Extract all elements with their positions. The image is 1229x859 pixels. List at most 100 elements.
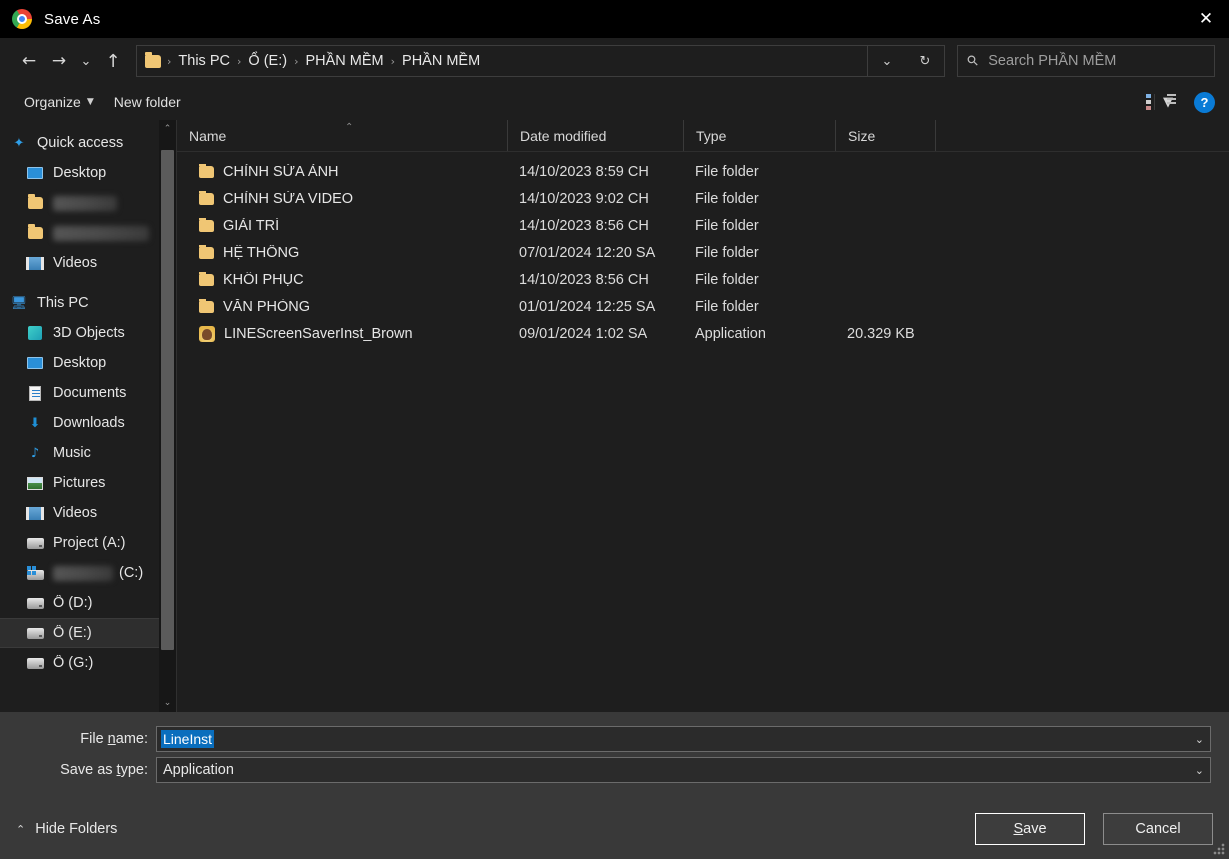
- file-date: 07/01/2024 12:20 SA: [519, 244, 656, 261]
- cancel-button[interactable]: Cancel: [1103, 813, 1213, 845]
- breadcrumb-separator: ›: [236, 54, 242, 68]
- drive-icon: [26, 594, 44, 612]
- sidebar-item-drive-e[interactable]: Ổ (E:): [0, 618, 176, 648]
- download-icon: ⬇: [29, 415, 41, 431]
- sidebar-item-redacted-1[interactable]: [0, 188, 176, 218]
- sidebar-item-label: Videos: [53, 505, 98, 521]
- file-name-input[interactable]: LineInst ⌄: [156, 726, 1211, 752]
- sidebar-item-label: 3D Objects: [53, 325, 125, 341]
- resize-grip[interactable]: [1213, 843, 1226, 856]
- sidebar-item-redacted-2[interactable]: [0, 218, 176, 248]
- sidebar-item-project-a[interactable]: Project (A:): [0, 528, 176, 558]
- chevron-down-icon[interactable]: ⌄: [868, 46, 906, 76]
- sidebar-item-desktop[interactable]: Desktop: [0, 348, 176, 378]
- sidebar-item-drive-d[interactable]: Ổ (D:): [0, 588, 176, 618]
- breadcrumb-item-drive-e[interactable]: Ổ (E:): [243, 53, 292, 69]
- hide-folders-button[interactable]: ⌃ Hide Folders: [16, 821, 117, 837]
- sidebar-item-pictures[interactable]: Pictures: [0, 468, 176, 498]
- scrollbar-thumb[interactable]: [161, 150, 174, 650]
- sidebar-item-label: (C:): [119, 565, 144, 581]
- label-part: File: [80, 731, 108, 747]
- table-row[interactable]: LINEScreenSaverInst_Brown 09/01/2024 1:0…: [177, 320, 1229, 347]
- file-name-value: LineInst: [161, 730, 215, 748]
- forward-button[interactable]: →: [44, 46, 74, 76]
- column-header-name[interactable]: Name ⌃: [177, 120, 507, 151]
- view-options-icon[interactable]: [1134, 94, 1176, 110]
- column-label: Size: [848, 127, 876, 144]
- chevron-down-icon[interactable]: ⌄: [1195, 764, 1204, 777]
- close-icon[interactable]: ✕: [1183, 0, 1229, 38]
- search-icon: ⚲: [963, 51, 983, 71]
- picture-icon: [26, 474, 44, 492]
- breadcrumb[interactable]: › This PC › Ổ (E:) › PHẦN MỀM › PHẦN MỀM: [137, 46, 867, 76]
- sidebar-item-music[interactable]: ♪ Music: [0, 438, 176, 468]
- sidebar-item-drive-c[interactable]: (C:): [0, 558, 176, 588]
- sidebar-item-label: Videos: [53, 255, 98, 271]
- save-button[interactable]: Save: [975, 813, 1085, 845]
- table-row[interactable]: HỆ THỐNG 07/01/2024 12:20 SA File folder: [177, 239, 1229, 266]
- sidebar-item-label: Quick access: [37, 135, 124, 151]
- table-row[interactable]: CHỈNH SỬA VIDEO 14/10/2023 9:02 CH File …: [177, 185, 1229, 212]
- monitor-icon: [26, 354, 44, 372]
- table-row[interactable]: CHỈNH SỬA ẢNH 14/10/2023 8:59 CH File fo…: [177, 158, 1229, 185]
- table-row[interactable]: KHÔI PHỤC 14/10/2023 8:56 CH File folder: [177, 266, 1229, 293]
- sidebar-item-quick-access[interactable]: ✦ Quick access: [0, 128, 176, 158]
- table-row[interactable]: GIẢI TRÍ 14/10/2023 8:56 CH File folder: [177, 212, 1229, 239]
- sidebar-item-desktop-qa[interactable]: Desktop: [0, 158, 176, 188]
- column-label: Type: [696, 127, 727, 144]
- table-row[interactable]: VĂN PHÒNG 01/01/2024 12:25 SA File folde…: [177, 293, 1229, 320]
- sidebar-item-3d-objects[interactable]: 3D Objects: [0, 318, 176, 348]
- file-date: 14/10/2023 8:56 CH: [519, 217, 649, 234]
- file-name-cell: CHỈNH SỬA ẢNH: [177, 163, 507, 180]
- video-icon: [26, 254, 44, 272]
- up-button[interactable]: ↑: [98, 46, 128, 76]
- refresh-icon[interactable]: ↻: [906, 46, 944, 76]
- scroll-up-icon[interactable]: ⌃: [159, 120, 176, 138]
- scroll-down-icon[interactable]: ⌄: [159, 694, 176, 712]
- recent-locations-button[interactable]: ⌄: [74, 46, 98, 76]
- music-icon: ♪: [30, 445, 40, 461]
- line-app-icon: [199, 325, 215, 342]
- cube-icon: [26, 324, 44, 342]
- help-button[interactable]: ?: [1194, 91, 1215, 113]
- folder-icon: [145, 51, 161, 68]
- organize-button[interactable]: Organize ▼: [14, 94, 104, 110]
- sidebar-item-drive-g[interactable]: Ổ (G:): [0, 648, 176, 678]
- breadcrumb-item-this-pc[interactable]: This PC: [173, 53, 235, 69]
- chevron-down-icon[interactable]: ⌄: [1195, 733, 1204, 746]
- file-type: File folder: [695, 217, 759, 234]
- sidebar-item-videos[interactable]: Videos: [0, 498, 176, 528]
- sort-ascending-icon: ⌃: [345, 122, 354, 133]
- footer-actions: ⌃ Hide Folders Save Cancel: [0, 799, 1229, 859]
- sidebar-item-downloads[interactable]: ⬇ Downloads: [0, 408, 176, 438]
- sidebar-item-label: Ổ (G:): [53, 655, 94, 671]
- button-group: Save Cancel: [975, 813, 1213, 845]
- column-header-type[interactable]: Type: [683, 120, 835, 151]
- file-type: File folder: [695, 163, 759, 180]
- search-input[interactable]: ⚲ Search PHẦN MỀM: [957, 45, 1215, 77]
- breadcrumb-item-phan-mem-2[interactable]: PHẦN MỀM: [397, 53, 485, 69]
- file-rows: CHỈNH SỬA ẢNH 14/10/2023 8:59 CH File fo…: [177, 152, 1229, 712]
- column-header-date-modified[interactable]: Date modified: [507, 120, 683, 151]
- sidebar-scrollbar[interactable]: ⌃ ⌄: [159, 120, 176, 712]
- back-button[interactable]: ←: [14, 46, 44, 76]
- sidebar-item-documents[interactable]: Documents: [0, 378, 176, 408]
- breadcrumb-item-phan-mem-1[interactable]: PHẦN MỀM: [300, 53, 388, 69]
- sidebar-item-videos-qa[interactable]: Videos: [0, 248, 176, 278]
- column-header-size[interactable]: Size: [835, 120, 935, 151]
- title-bar: Save As ✕: [0, 0, 1229, 38]
- command-toolbar: Organize ▼ New folder ▼ ?: [0, 84, 1229, 120]
- sidebar-item-label: Music: [53, 445, 91, 461]
- search-placeholder: Search PHẦN MỀM: [988, 53, 1117, 69]
- sidebar-item-this-pc[interactable]: 🖥 This PC: [0, 288, 176, 318]
- file-name: GIẢI TRÍ: [223, 217, 280, 234]
- sidebar-item-label: Downloads: [53, 415, 125, 431]
- save-as-dialog: Save As ✕ ← → ⌄ ↑ › This PC › Ổ (E:) › P…: [0, 0, 1229, 859]
- address-bar[interactable]: › This PC › Ổ (E:) › PHẦN MỀM › PHẦN MỀM…: [136, 45, 945, 77]
- sidebar-item-label: Desktop: [53, 165, 107, 181]
- breadcrumb-separator: ›: [167, 54, 172, 68]
- new-folder-button[interactable]: New folder: [104, 94, 191, 110]
- dialog-footer: File name: LineInst ⌄ Save as type: Appl…: [0, 712, 1229, 859]
- file-name-row: File name: LineInst ⌄: [0, 726, 1229, 752]
- save-as-type-select[interactable]: Application ⌄: [156, 757, 1211, 783]
